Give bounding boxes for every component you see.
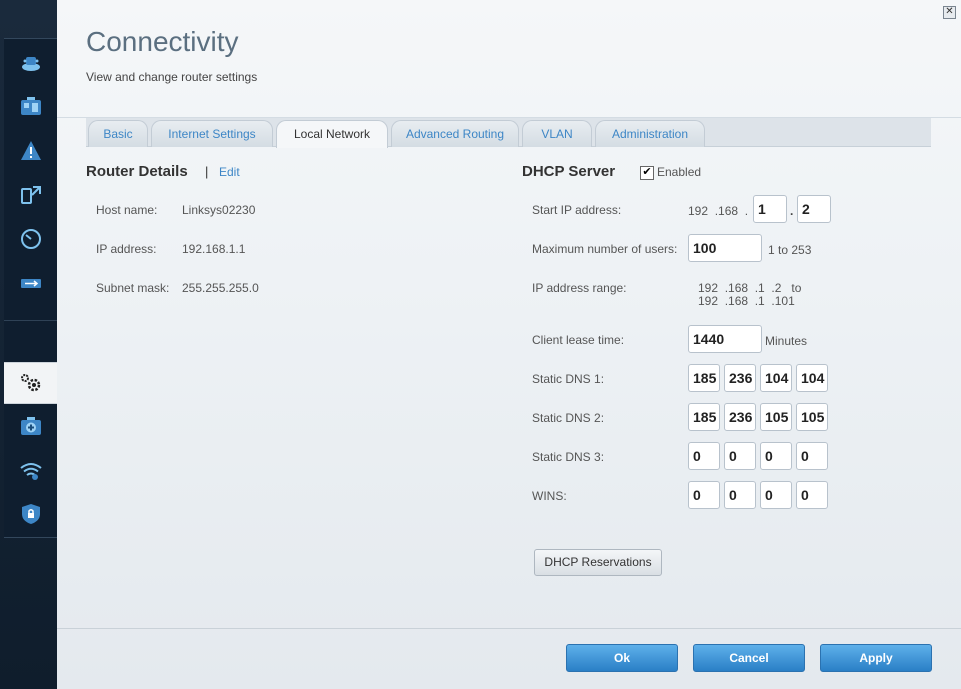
speed-test-icon [20,229,41,249]
subnet-mask-value: 255.255.255.0 [182,281,259,295]
dns2-octet-4[interactable]: 105 [796,403,828,431]
start-ip-fixed: 192 .168 . [688,204,749,218]
max-users-label: Maximum number of users: [532,242,678,256]
tab-local-network[interactable]: Local Network [276,120,388,148]
dhcp-enabled-checkbox[interactable]: ✔ [640,166,654,180]
wins-octet-4[interactable]: 0 [796,481,828,509]
lease-time-input[interactable]: 1440 [688,325,762,353]
wins-octet-3[interactable]: 0 [760,481,792,509]
dns1-octet-4[interactable]: 104 [796,364,828,392]
security-shield-icon [21,504,40,524]
dns2-octet-1[interactable]: 185 [688,403,720,431]
max-users-input[interactable]: 100 [688,234,762,262]
media-prioritization-icon [20,417,41,435]
tab-bar: Basic Internet Settings Local Network Ad… [86,118,931,148]
close-icon: ✕ [945,6,954,17]
usb-storage-icon [20,279,41,288]
page-title: Connectivity [86,26,239,57]
network-map-icon [20,186,41,204]
start-ip-octet-3[interactable]: 1 [753,195,787,223]
page-subtitle: View and change router settings [86,70,258,84]
sidebar-item-speed-test[interactable] [4,219,57,259]
ip-range-start: 192 .168 .1 .2 to [698,281,802,295]
sidebar-item-media-prioritization[interactable] [4,406,57,446]
connectivity-gear-icon [20,374,40,392]
wins-label: WINS: [532,489,567,503]
edit-link[interactable]: Edit [219,165,240,179]
dns1-octet-1[interactable]: 185 [688,364,720,392]
sidebar-item-network-map[interactable] [4,175,57,215]
dns3-octet-3[interactable]: 0 [760,442,792,470]
router-icon [21,57,40,71]
sidebar-separator [4,320,57,321]
dns3-octet-1[interactable]: 0 [688,442,720,470]
title-separator: | [205,164,209,179]
start-ip-label: Start IP address: [532,203,622,217]
dhcp-enabled-label: Enabled [657,165,702,179]
close-button[interactable]: ✕ [943,6,956,19]
apply-button[interactable]: Apply [820,644,932,672]
ip-address-value: 192.168.1.1 [182,242,246,256]
sidebar-item-router[interactable] [4,44,57,84]
ip-dot: . [790,204,794,218]
ip-range-label: IP address range: [532,281,627,295]
subnet-mask-label: Subnet mask: [96,281,170,295]
cancel-button[interactable]: Cancel [693,644,805,672]
wins-octet-2[interactable]: 0 [724,481,756,509]
wins-octet-1[interactable]: 0 [688,481,720,509]
dns2-octet-2[interactable]: 236 [724,403,756,431]
dhcp-server-title: DHCP Server [522,163,616,180]
dns1-octet-3[interactable]: 104 [760,364,792,392]
sidebar-item-wireless[interactable] [4,450,57,490]
host-name-label: Host name: [96,203,158,217]
footer-divider [57,628,961,629]
max-users-range: 1 to 253 [768,243,812,257]
router-details-title: Router Details [86,163,188,180]
tab-administration[interactable]: Administration [595,120,705,147]
dns2-octet-3[interactable]: 105 [760,403,792,431]
dns3-octet-4[interactable]: 0 [796,442,828,470]
static-dns-3-label: Static DNS 3: [532,450,605,464]
ip-range-end: 192 .168 .1 .101 [698,294,795,308]
tab-internet-settings[interactable]: Internet Settings [151,120,273,147]
sidebar-item-usb-storage[interactable] [4,263,57,303]
tab-basic[interactable]: Basic [88,120,148,147]
dhcp-reservations-button[interactable]: DHCP Reservations [534,549,662,576]
lease-time-unit: Minutes [765,334,808,348]
static-dns-2-label: Static DNS 2: [532,411,605,425]
sidebar [0,0,57,689]
main-panel: ✕ Connectivity View and change router se… [57,0,961,689]
static-dns-1-label: Static DNS 1: [532,372,605,386]
dns1-octet-2[interactable]: 236 [724,364,756,392]
tab-vlan[interactable]: VLAN [522,120,592,147]
host-name-value: Linksys02230 [182,203,256,217]
devices-icon [20,97,41,115]
dns3-octet-2[interactable]: 0 [724,442,756,470]
lease-time-label: Client lease time: [532,333,625,347]
troubleshooting-icon [20,141,41,160]
sidebar-item-troubleshooting[interactable] [4,131,57,171]
sidebar-item-security[interactable] [4,494,57,534]
start-ip-octet-4[interactable]: 2 [797,195,831,223]
ip-address-label: IP address: [96,242,157,256]
sidebar-item-devices[interactable] [4,87,57,127]
ok-button[interactable]: Ok [566,644,678,672]
tab-advanced-routing[interactable]: Advanced Routing [391,120,519,147]
sidebar-item-connectivity[interactable] [4,362,57,404]
wireless-icon [19,463,42,480]
